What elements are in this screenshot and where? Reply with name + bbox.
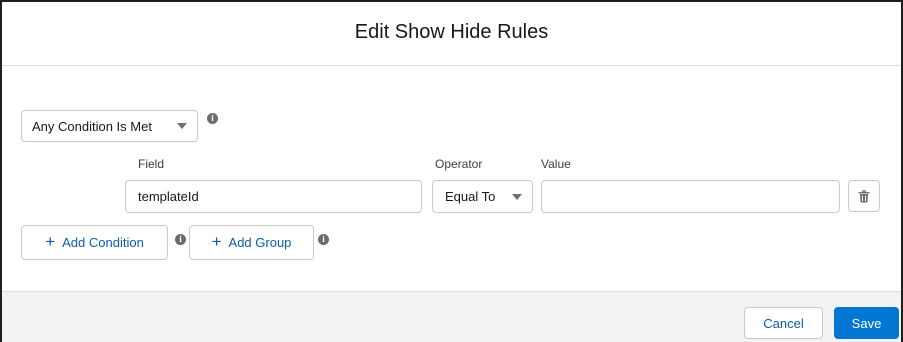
modal-header: Edit Show Hide Rules (2, 2, 901, 66)
plus-icon: + (45, 231, 56, 251)
info-icon[interactable]: i (207, 113, 218, 124)
condition-logic-select[interactable]: Any Condition Is Met (21, 110, 198, 142)
add-condition-button[interactable]: + Add Condition (21, 225, 168, 260)
trash-icon (858, 189, 870, 202)
save-label: Save (851, 315, 882, 331)
modal-footer: Cancel Save (2, 291, 901, 342)
field-input-value: templateId (138, 189, 199, 204)
operator-label: Operator (435, 157, 483, 171)
cancel-label: Cancel (763, 315, 804, 331)
add-group-button[interactable]: + Add Group (189, 225, 314, 260)
info-icon[interactable]: i (175, 234, 186, 245)
save-button[interactable]: Save (834, 307, 899, 339)
field-input[interactable]: templateId (125, 180, 422, 213)
value-input[interactable] (541, 180, 840, 213)
operator-select[interactable]: Equal To (432, 180, 533, 213)
edit-rules-modal: Edit Show Hide Rules Any Condition Is Me… (0, 0, 903, 342)
delete-condition-button[interactable] (848, 180, 880, 212)
value-label: Value (541, 157, 571, 171)
modal-body: Any Condition Is Met i Field Operator Va… (2, 66, 901, 275)
modal-title: Edit Show Hide Rules (354, 21, 549, 43)
chevron-down-icon (512, 193, 522, 200)
add-group-label: Add Group (228, 235, 292, 250)
info-icon[interactable]: i (318, 234, 329, 245)
field-label: Field (138, 157, 165, 171)
condition-logic-value: Any Condition Is Met (32, 118, 152, 134)
operator-value: Equal To (445, 189, 496, 204)
cancel-button[interactable]: Cancel (744, 307, 823, 339)
add-condition-label: Add Condition (62, 235, 144, 250)
plus-icon: + (211, 231, 222, 251)
chevron-down-icon (177, 123, 187, 129)
